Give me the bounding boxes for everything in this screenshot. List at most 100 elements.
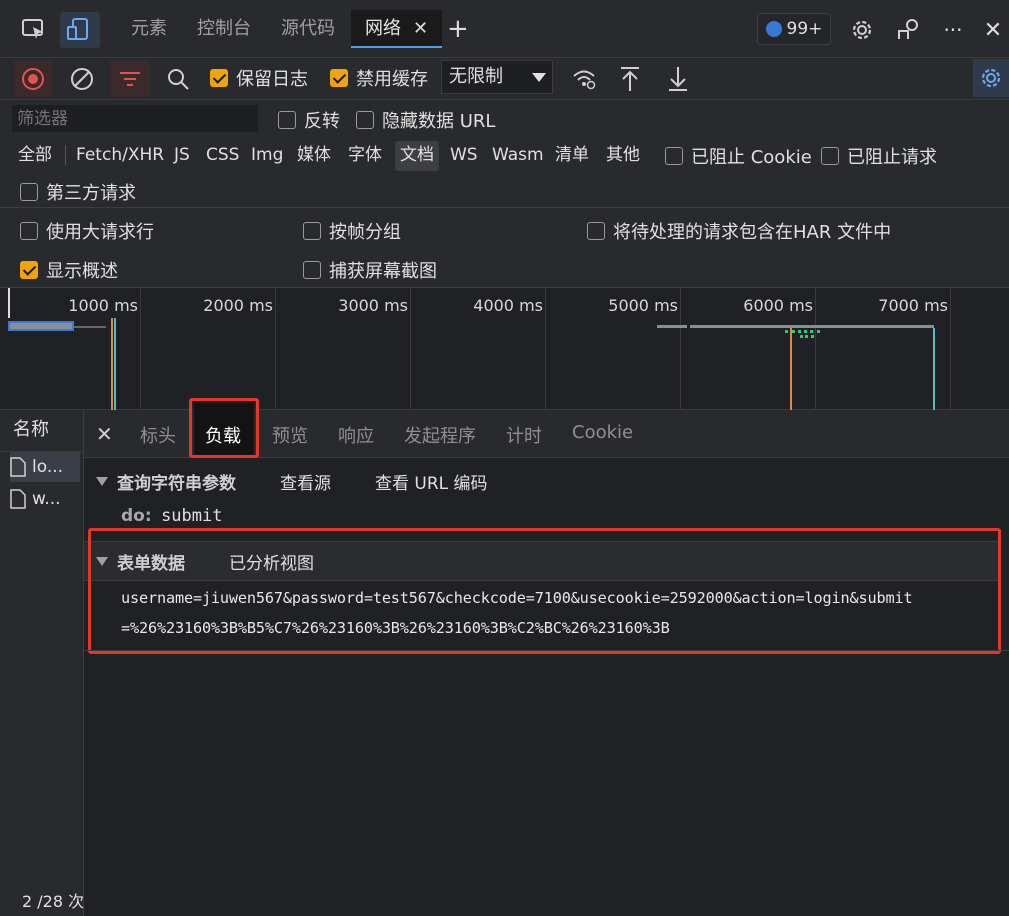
query-string-section-header[interactable]: 查询字符串参数 查看源 查看 URL 编码: [84, 461, 1009, 501]
search-icon[interactable]: [160, 61, 196, 97]
tab-network-label: 网络: [365, 18, 401, 39]
timeline-window-handle[interactable]: [8, 288, 10, 318]
hide-data-url-label: 隐藏数据 URL: [382, 111, 496, 132]
inspect-element-icon[interactable]: [14, 12, 54, 48]
type-filter-fetch-xhr[interactable]: Fetch/XHR: [76, 141, 164, 171]
request-row[interactable]: w...: [10, 484, 80, 514]
device-emulation-icon[interactable]: [60, 12, 100, 48]
timeline-tick-label: 2000 ms: [203, 296, 273, 315]
network-conditions-icon[interactable]: [566, 61, 602, 97]
capture-screenshots-check[interactable]: [303, 261, 321, 279]
show-overview-check[interactable]: [20, 261, 38, 279]
disable-cache-checkbox[interactable]: 禁用缓存: [330, 65, 428, 91]
export-har-icon[interactable]: [660, 61, 696, 97]
close-detail-icon[interactable]: ✕: [96, 422, 113, 446]
type-filter-all[interactable]: 全部: [18, 141, 52, 171]
blocked-cookies-label: 已阻止 Cookie: [691, 147, 812, 168]
filter-input[interactable]: [12, 105, 258, 132]
blocked-cookies-check[interactable]: [665, 147, 683, 165]
timeline-request-bar: [8, 321, 74, 331]
type-filter-css[interactable]: CSS: [206, 141, 239, 171]
chevron-down-icon: [532, 73, 546, 82]
feedback-icon[interactable]: [889, 12, 929, 48]
view-url-encoded-link[interactable]: 查看 URL 编码: [375, 469, 488, 494]
request-row[interactable]: lo...: [10, 452, 80, 482]
tab-sources[interactable]: 源代码: [281, 10, 335, 48]
close-devtools-icon[interactable]: ✕: [973, 12, 1009, 48]
blocked-requests-checkbox[interactable]: 已阻止请求: [821, 143, 937, 169]
capture-screenshots-checkbox[interactable]: 捕获屏幕截图: [303, 257, 437, 283]
network-settings-gear-icon[interactable]: [973, 59, 1009, 97]
clear-icon[interactable]: [64, 61, 100, 97]
tab-network[interactable]: 网络 ✕: [351, 10, 443, 48]
type-filter-img[interactable]: Img: [251, 141, 283, 171]
type-filter-ws[interactable]: WS: [450, 141, 478, 171]
group-by-frame-checkbox[interactable]: 按帧分组: [303, 218, 401, 244]
add-tab-button[interactable]: +: [447, 10, 469, 48]
issues-count: 99+: [786, 19, 823, 39]
timeline-gridline: [410, 288, 411, 410]
settings-gear-icon[interactable]: [842, 12, 882, 48]
timeline-overview[interactable]: 1000 ms 2000 ms 3000 ms 4000 ms 5000 ms …: [0, 288, 1009, 410]
query-param-key: do:: [121, 506, 152, 526]
import-har-icon[interactable]: [612, 61, 648, 97]
hide-data-url-checkbox[interactable]: 隐藏数据 URL: [356, 107, 495, 133]
type-filter-font[interactable]: 字体: [348, 141, 382, 171]
preserve-log-check[interactable]: [210, 69, 228, 87]
third-party-check[interactable]: [20, 183, 38, 201]
tab-headers[interactable]: 标头: [140, 422, 176, 448]
timeline-request-bar: [657, 325, 687, 328]
type-separator: [65, 145, 66, 165]
timeline-gridline: [140, 288, 141, 410]
timeline-gridline: [950, 288, 951, 410]
type-filter-manifest[interactable]: 清单: [555, 141, 589, 171]
big-rows-checkbox[interactable]: 使用大请求行: [20, 218, 154, 244]
name-column-header[interactable]: 名称: [0, 410, 84, 452]
chat-bubble-icon: [765, 21, 782, 37]
timeline-tick-label: 7000 ms: [878, 296, 948, 315]
big-rows-check[interactable]: [20, 222, 38, 240]
type-filter-other[interactable]: 其他: [606, 141, 640, 171]
blocked-requests-check[interactable]: [821, 147, 839, 165]
tab-initiator[interactable]: 发起程序: [404, 422, 476, 448]
timeline-dom-marker: [111, 318, 113, 410]
group-by-frame-check[interactable]: [303, 222, 321, 240]
tab-response[interactable]: 响应: [338, 422, 374, 448]
more-options-icon[interactable]: ···: [933, 12, 973, 48]
third-party-checkbox[interactable]: 第三方请求: [20, 179, 136, 205]
hide-data-url-check[interactable]: [356, 111, 374, 129]
type-filter-media[interactable]: 媒体: [297, 141, 331, 171]
record-button[interactable]: [14, 61, 52, 97]
issues-badge[interactable]: 99+: [757, 13, 831, 45]
include-pending-har-label: 将待处理的请求包含在HAR 文件中: [613, 222, 892, 243]
include-pending-har-checkbox[interactable]: 将待处理的请求包含在HAR 文件中: [587, 218, 891, 244]
throttling-select[interactable]: 无限制: [441, 60, 553, 94]
tab-timing[interactable]: 计时: [506, 422, 542, 448]
invert-check[interactable]: [278, 111, 296, 129]
invert-checkbox[interactable]: 反转: [278, 107, 340, 133]
type-filter-js[interactable]: JS: [174, 141, 190, 171]
show-overview-checkbox[interactable]: 显示概述: [20, 257, 118, 283]
request-count-status: 2 /28 次: [22, 892, 84, 911]
highlight-box: [88, 528, 1001, 654]
tab-preview[interactable]: 预览: [272, 422, 308, 448]
timeline-tick-label: 4000 ms: [473, 296, 543, 315]
type-filter-wasm[interactable]: Wasm: [492, 141, 544, 171]
tab-elements[interactable]: 元素: [131, 10, 167, 48]
timeline-gridline: [545, 288, 546, 410]
close-tab-icon[interactable]: ✕: [413, 18, 428, 39]
tab-cookies[interactable]: Cookie: [572, 422, 633, 443]
filter-icon[interactable]: [110, 61, 150, 97]
blocked-cookies-checkbox[interactable]: 已阻止 Cookie: [665, 143, 812, 169]
type-filter-doc[interactable]: 文档: [395, 141, 439, 171]
disable-cache-check[interactable]: [330, 69, 348, 87]
tab-console[interactable]: 控制台: [197, 10, 251, 48]
timeline-request-bar: [690, 325, 934, 328]
collapse-triangle-icon: [96, 476, 108, 486]
preserve-log-checkbox[interactable]: 保留日志: [210, 65, 308, 91]
include-pending-har-check[interactable]: [587, 222, 605, 240]
view-source-link[interactable]: 查看源: [280, 469, 331, 494]
throttling-value: 无限制: [449, 66, 503, 87]
timeline-tick-label: 6000 ms: [743, 296, 813, 315]
timeline-tick-label: 1000 ms: [68, 296, 138, 315]
